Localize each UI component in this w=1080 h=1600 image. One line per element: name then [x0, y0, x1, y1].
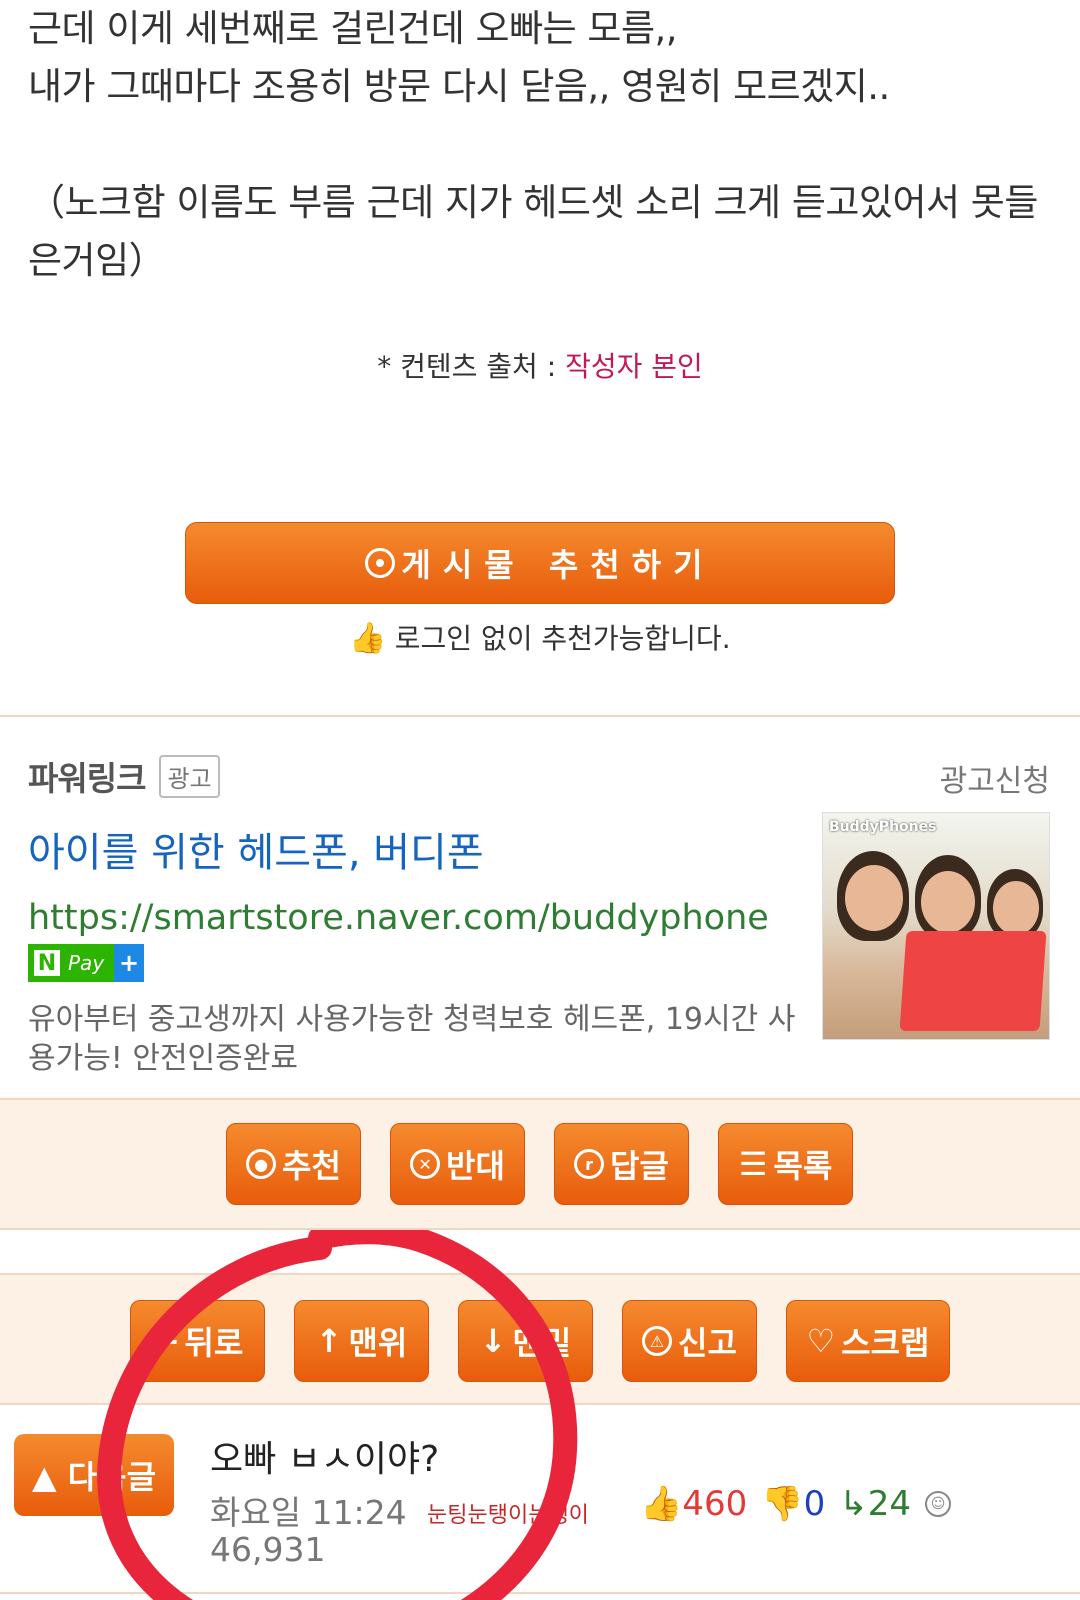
powerlink-header: 파워링크 광고	[28, 752, 220, 800]
divider	[0, 715, 1080, 717]
content-source: * 컨텐츠 출처 : 작성자 본인	[0, 345, 1080, 385]
child-face	[845, 865, 903, 931]
scrap-label: 스크랩	[841, 1324, 930, 1362]
dislikes-stat: 👎0	[761, 1484, 825, 1524]
next-post-author[interactable]: 눈팅눈탱이눈탱이	[427, 1497, 589, 1529]
recommend-icon	[365, 548, 396, 578]
next-post-title[interactable]: 오빠 ㅂㅅ이야?	[210, 1430, 439, 1482]
oppose-button[interactable]: ✕ 반대	[390, 1123, 525, 1205]
recommend-post-label: 게시물 추천하기	[401, 546, 715, 584]
ad-request-link[interactable]: 광고신청	[940, 756, 1050, 800]
replies-count: 24	[867, 1484, 911, 1524]
recommend-post-button[interactable]: 게시물 추천하기	[185, 522, 895, 604]
reply-button[interactable]: r 답글	[554, 1123, 689, 1205]
report-icon: ⚠	[642, 1326, 673, 1356]
post-line-1: 근데 이게 세번째로 걸린건데 오빠는 모름,,	[28, 7, 678, 50]
next-post-button[interactable]: ▲ 다음글	[14, 1434, 174, 1516]
recommend-note-text: 로그인 없이 추천가능합니다.	[394, 622, 731, 655]
source-label: * 컨텐츠 출처 :	[377, 350, 566, 383]
laptop-graphic	[899, 931, 1047, 1031]
report-label: 신고	[678, 1324, 737, 1362]
reply-label: 답글	[610, 1147, 669, 1185]
recommend-button[interactable]: ● 추천	[226, 1123, 361, 1205]
source-value: 작성자 본인	[565, 350, 703, 383]
reply-icon: r	[574, 1149, 605, 1179]
report-button[interactable]: ⚠ 신고	[622, 1300, 757, 1382]
oppose-label: 반대	[446, 1147, 505, 1185]
npay-plus-badge: N Pay +	[28, 944, 144, 982]
npay-n-mark: N	[34, 950, 60, 976]
recommend-icon: ●	[246, 1149, 277, 1179]
powerlink-title: 파워링크	[28, 759, 146, 798]
recommend-note: 👍 로그인 없이 추천가능합니다.	[0, 617, 1080, 657]
npay-pay-text: Pay	[68, 951, 105, 975]
top-button[interactable]: ↑ 맨위	[294, 1300, 429, 1382]
next-post-stats: 👍460 👎0 ↳24 ☺	[640, 1484, 951, 1524]
next-post-views: 46,931	[210, 1530, 326, 1569]
ad-image[interactable]: BuddyPhones	[822, 812, 1050, 1040]
thumbs-up-icon: 👍	[349, 621, 387, 656]
list-label: 목록	[773, 1147, 833, 1185]
heart-icon: ♡	[806, 1322, 836, 1360]
post-line-2: 내가 그때마다 조용히 방문 다시 닫음,, 영원히 모르겠지..	[28, 65, 890, 108]
thumbs-down-icon: 👎	[761, 1484, 804, 1524]
child-face	[993, 881, 1039, 935]
ad-description: 유아부터 중고생까지 사용가능한 청력보호 헤드폰, 19시간 사용가능! 안전…	[28, 1002, 796, 1076]
top-label: 맨위	[348, 1324, 408, 1362]
thumbs-up-icon: 👍	[640, 1484, 683, 1524]
arrow-up-icon: ↑	[315, 1322, 343, 1360]
ad-image-brand: BuddyPhones	[829, 819, 937, 835]
ad-badge: 광고	[159, 754, 220, 798]
divider	[0, 1592, 1080, 1594]
bottom-button[interactable]: ↓ 맨밑	[458, 1300, 593, 1382]
dislikes-count: 0	[803, 1484, 826, 1524]
ad-url-link[interactable]: https://smartstore.naver.com/buddyphone	[28, 898, 769, 938]
likes-stat: 👍460	[640, 1484, 747, 1524]
npay-plus-icon: +	[114, 944, 144, 982]
back-button[interactable]: ← 뒤로	[130, 1300, 265, 1382]
post-actions-bar	[0, 1098, 1080, 1230]
arrow-down-icon: ↓	[479, 1322, 507, 1360]
reply-arrow-icon: ↳	[839, 1484, 868, 1524]
scrap-button[interactable]: ♡ 스크랩	[786, 1300, 950, 1382]
ad-title-link[interactable]: 아이를 위한 헤드폰, 버디폰	[28, 820, 484, 878]
post-line-3: （노크함 이름도 부름 근데 지가 헤드셋 소리 크게 듣고있어서 못들은거임）	[28, 181, 1038, 282]
arrow-left-icon: ←	[151, 1322, 179, 1360]
list-icon: ☰	[738, 1145, 768, 1183]
oppose-icon: ✕	[410, 1149, 441, 1179]
back-label: 뒤로	[184, 1324, 244, 1362]
child-face	[921, 871, 975, 933]
recommend-label: 추천	[282, 1147, 341, 1185]
list-button[interactable]: ☰ 목록	[718, 1123, 853, 1205]
replies-stat: ↳24	[839, 1484, 911, 1524]
smiley-icon: ☺	[925, 1491, 951, 1517]
likes-count: 460	[682, 1484, 748, 1524]
bottom-label: 맨밑	[512, 1324, 572, 1362]
next-post-time: 화요일 11:24	[210, 1493, 407, 1532]
